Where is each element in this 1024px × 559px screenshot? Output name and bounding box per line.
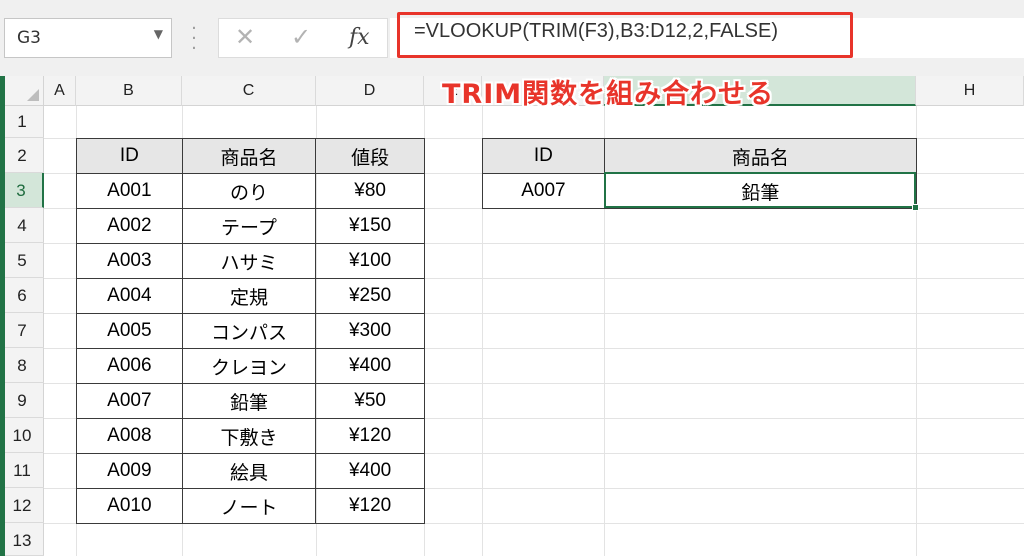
column-header-a[interactable]: A bbox=[44, 76, 76, 106]
cell-id[interactable]: A006 bbox=[76, 348, 183, 384]
product-table: ID 商品名 値段 A001 のり ¥80 A002 テープ ¥150 A003… bbox=[76, 138, 425, 524]
cell-id[interactable]: A005 bbox=[76, 313, 183, 349]
table-row: A006 クレヨン ¥400 bbox=[76, 348, 425, 384]
row-header-7[interactable]: 7 bbox=[0, 313, 44, 348]
row-header-3[interactable]: 3 bbox=[0, 173, 44, 208]
cell-product-name[interactable]: 定規 bbox=[181, 278, 317, 314]
cell-id[interactable]: A008 bbox=[76, 418, 183, 454]
row-header-11[interactable]: 11 bbox=[0, 453, 44, 488]
cell-id[interactable]: A009 bbox=[76, 453, 183, 489]
cell-price[interactable]: ¥250 bbox=[315, 278, 425, 314]
window-edge bbox=[0, 76, 5, 556]
header-product-name[interactable]: 商品名 bbox=[181, 138, 317, 174]
column-header-c[interactable]: C bbox=[182, 76, 316, 106]
lookup-header-product-name[interactable]: 商品名 bbox=[603, 138, 918, 174]
cell-price[interactable]: ¥400 bbox=[315, 453, 425, 489]
lookup-cell-id[interactable]: A007 bbox=[482, 173, 605, 209]
row-header-5[interactable]: 5 bbox=[0, 243, 44, 278]
cell-price[interactable]: ¥120 bbox=[315, 418, 425, 454]
cell-id[interactable]: A003 bbox=[76, 243, 183, 279]
formula-highlight-box bbox=[397, 12, 853, 58]
row-header-6[interactable]: 6 bbox=[0, 278, 44, 313]
row-header-1[interactable]: 1 bbox=[0, 106, 44, 138]
cell-price[interactable]: ¥400 bbox=[315, 348, 425, 384]
column-header-d[interactable]: D bbox=[316, 76, 424, 106]
cell-product-name[interactable]: ノート bbox=[181, 488, 317, 524]
cell-product-name[interactable]: ハサミ bbox=[181, 243, 317, 279]
table-row: A004 定規 ¥250 bbox=[76, 278, 425, 314]
chevron-down-icon[interactable]: ▼ bbox=[154, 27, 163, 41]
enter-icon[interactable]: ✓ bbox=[291, 23, 311, 51]
cancel-icon[interactable]: ✕ bbox=[235, 23, 255, 51]
cell-id[interactable]: A001 bbox=[76, 173, 183, 209]
cell-price[interactable]: ¥100 bbox=[315, 243, 425, 279]
formula-buttons: ✕ ✓ fx bbox=[218, 18, 388, 58]
table-row: A001 のり ¥80 bbox=[76, 173, 425, 209]
table-row: A005 コンパス ¥300 bbox=[76, 313, 425, 349]
annotation-callout: TRIM関数を組み合わせる bbox=[442, 79, 775, 110]
name-box-value: G3 bbox=[17, 28, 41, 48]
cell-id[interactable]: A010 bbox=[76, 488, 183, 524]
row-header-12[interactable]: 12 bbox=[0, 488, 44, 523]
cell-product-name[interactable]: 鉛筆 bbox=[181, 383, 317, 419]
cell-product-name[interactable]: クレヨン bbox=[181, 348, 317, 384]
cell-product-name[interactable]: テープ bbox=[181, 208, 317, 244]
row-header-4[interactable]: 4 bbox=[0, 208, 44, 243]
row-header-13[interactable]: 13 bbox=[0, 523, 44, 556]
column-header-b[interactable]: B bbox=[76, 76, 182, 106]
header-price[interactable]: 値段 bbox=[315, 138, 425, 174]
lookup-header-id[interactable]: ID bbox=[482, 138, 605, 174]
cell-price[interactable]: ¥80 bbox=[315, 173, 425, 209]
cell-product-name[interactable]: のり bbox=[181, 173, 317, 209]
row-header-8[interactable]: 8 bbox=[0, 348, 44, 383]
cell-price[interactable]: ¥120 bbox=[315, 488, 425, 524]
row-header-9[interactable]: 9 bbox=[0, 383, 44, 418]
cell-price[interactable]: ¥50 bbox=[315, 383, 425, 419]
table-row: A008 下敷き ¥120 bbox=[76, 418, 425, 454]
fill-handle[interactable] bbox=[912, 204, 919, 211]
column-header-h[interactable]: H bbox=[916, 76, 1024, 106]
table-row: A007 鉛筆 ¥50 bbox=[76, 383, 425, 419]
table-row: A010 ノート ¥120 bbox=[76, 488, 425, 524]
cell-price[interactable]: ¥300 bbox=[315, 313, 425, 349]
name-box[interactable]: G3 ▼ bbox=[4, 18, 172, 58]
header-id[interactable]: ID bbox=[76, 138, 183, 174]
cell-id[interactable]: A004 bbox=[76, 278, 183, 314]
table-row: A002 テープ ¥150 bbox=[76, 208, 425, 244]
row-headers: 1 2 3 4 5 6 7 8 9 10 11 12 13 bbox=[0, 106, 44, 556]
row-header-2[interactable]: 2 bbox=[0, 138, 44, 173]
row-header-10[interactable]: 10 bbox=[0, 418, 44, 453]
cell-product-name[interactable]: 下敷き bbox=[181, 418, 317, 454]
insert-function-icon[interactable]: fx bbox=[349, 25, 370, 50]
active-cell-border bbox=[604, 172, 916, 208]
table-row: A003 ハサミ ¥100 bbox=[76, 243, 425, 279]
cell-id[interactable]: A007 bbox=[76, 383, 183, 419]
cell-price[interactable]: ¥150 bbox=[315, 208, 425, 244]
cell-product-name[interactable]: コンパス bbox=[181, 313, 317, 349]
cell-product-name[interactable]: 絵具 bbox=[181, 453, 317, 489]
cell-id[interactable]: A002 bbox=[76, 208, 183, 244]
select-all-corner[interactable] bbox=[0, 76, 44, 106]
table-row: A009 絵具 ¥400 bbox=[76, 453, 425, 489]
more-vertical-icon[interactable]: · · · bbox=[188, 20, 200, 58]
